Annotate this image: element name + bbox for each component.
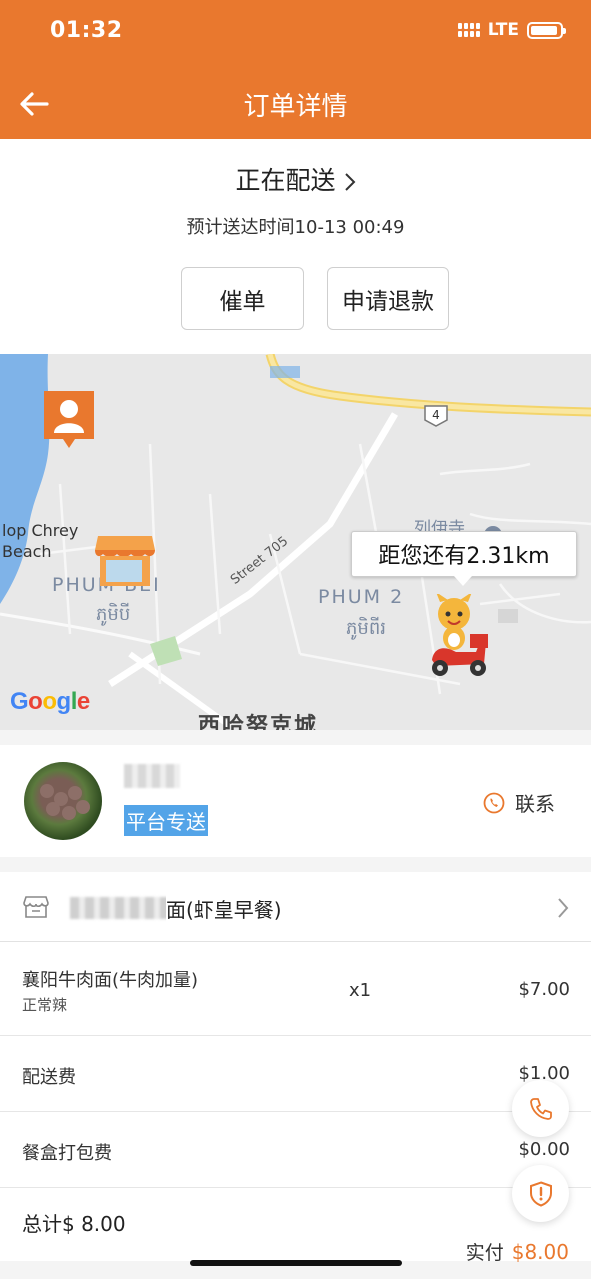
network-label: LTE [487,20,519,40]
user-location-pin-icon [43,390,95,454]
floating-call-button[interactable] [512,1080,569,1137]
battery-icon [527,21,566,39]
map-label-city: 西哈努克城 [198,714,319,730]
delivery-map[interactable]: 4 lop Chrey Beach PHUM BEI ភូមិបី PHUM 2… [0,354,591,730]
signal-icon [457,23,480,37]
floating-safety-button[interactable] [512,1165,569,1222]
google-logo: Google [10,688,90,715]
map-label-phum-bei-khmer: ភូមិបី [96,604,131,625]
order-detail-card: 面(虾皇早餐) 襄阳牛肉面(牛肉加量) 正常辣 x1 $7.00 配送费 $1.… [0,872,591,1264]
phone-icon [529,1097,552,1120]
item-quantity: x1 [349,980,372,1001]
contact-label: 联系 [515,792,555,816]
map-label-beach: lop Chrey Beach [2,521,79,561]
platform-delivery-tag: 平台专送 [124,805,208,836]
shop-avatar [24,762,102,840]
paid-label: 实付 [465,1242,504,1264]
status-bar-time: 01:32 [50,18,123,43]
chevron-right-icon [344,173,355,191]
item-name: 襄阳牛肉面(牛肉加量) [22,970,199,991]
map-label-phum-2: PHUM 2 [318,586,405,608]
fee-name: 餐盒打包费 [22,1143,112,1164]
shop-info-card: 平台专送 联系 [0,745,591,857]
store-icon [23,896,49,918]
item-price: $7.00 [518,979,570,1000]
delivery-fee-row: 配送费 $1.00 [0,1036,591,1112]
distance-bubble: 距您还有2.31km [351,531,577,586]
order-item-row: 襄阳牛肉面(牛肉加量) 正常辣 x1 $7.00 [0,942,591,1036]
refund-button[interactable]: 申请退款 [327,267,449,330]
delivery-status-card: 正在配送 预计送达时间10-13 00:49 催单 申请退款 [0,139,591,354]
chevron-right-icon [558,898,569,918]
paid-amount: 实付 $8.00 [466,1238,569,1265]
page-title: 订单详情 [243,92,348,122]
delivery-status-link[interactable]: 正在配送 [0,161,591,197]
store-row[interactable]: 面(虾皇早餐) [0,872,591,942]
delivery-status-label: 正在配送 [235,166,336,195]
road-number: 4 [432,408,440,422]
shield-icon [529,1180,552,1207]
packaging-fee-row: 餐盒打包费 $0.00 [0,1112,591,1188]
fee-price: $0.00 [518,1139,570,1160]
paid-value: $8.00 [511,1240,569,1264]
item-spec: 正常辣 [22,996,68,1014]
blurred-shop-name [124,764,180,788]
app-header: 01:32 LTE 订单详情 [0,0,591,139]
estimated-arrival: 预计送达时间10-13 00:49 [186,217,405,238]
contact-button[interactable]: 联系 [483,788,555,817]
home-indicator[interactable] [190,1260,402,1266]
order-total: 总计$ 8.00 [22,1212,126,1236]
delivery-rider-icon [426,592,492,688]
phone-icon [483,792,505,813]
shop-location-pin-icon [94,534,156,592]
store-name: 面(虾皇早餐) [166,894,282,923]
fee-name: 配送费 [22,1067,76,1088]
map-label-phum-2-khmer: ភូមិពីរ [346,618,386,639]
status-bar-indicators: LTE [457,20,566,40]
urge-order-button[interactable]: 催单 [181,267,304,330]
